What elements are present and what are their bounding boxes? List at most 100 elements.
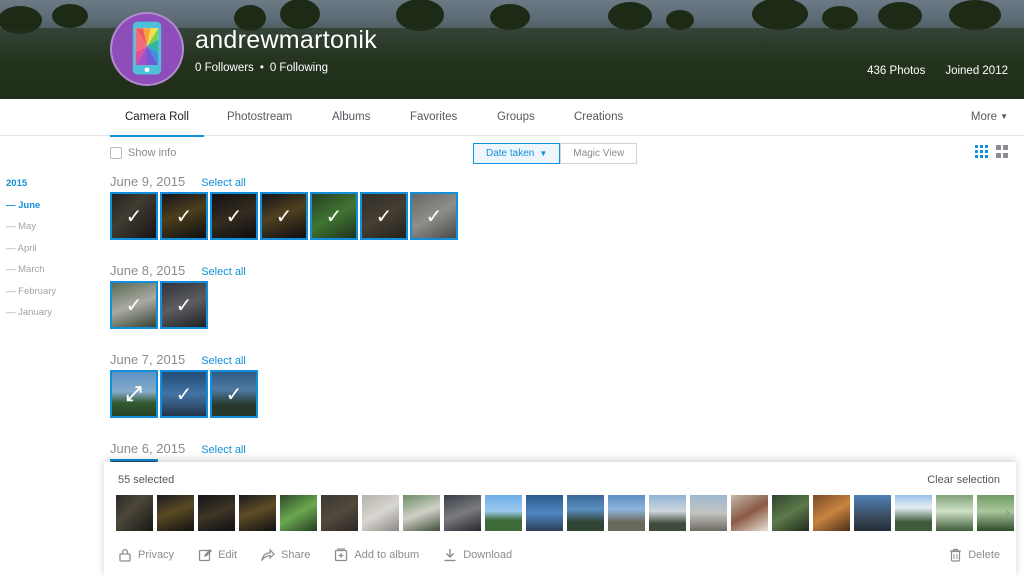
select-all-link[interactable]: Select all [201,444,246,456]
photo-row: ✓ ✓ ✓ ✓ ✓ ✓ ✓ [110,192,460,240]
timeline-month-april[interactable]: — April [6,243,56,264]
more-label: More [970,111,998,123]
clear-selection-button[interactable]: Clear selection [927,474,1000,486]
selected-thumbnail[interactable] [444,495,481,531]
photo-thumbnail[interactable]: ✓ [110,281,158,329]
checkmark-icon: ✓ [162,372,206,416]
more-menu[interactable]: More ▼ [971,99,1008,135]
show-info-checkbox[interactable] [110,147,122,159]
edit-icon [198,549,213,562]
timeline-month-may[interactable]: — May [6,221,56,242]
selected-thumbnail[interactable] [936,495,973,531]
photo-row: ⤢ ✓ ✓ [110,370,260,418]
share-icon [261,548,275,562]
selection-bar: 55 selected Clear selection › Privacy Ed… [104,462,1016,576]
privacy-button[interactable]: Privacy [118,548,174,562]
photo-row: ✓ ✓ [110,281,246,329]
chevron-right-icon[interactable]: › [1005,504,1010,520]
month-dash: — [6,242,16,254]
edit-label: Edit [218,549,238,561]
profile-cover: andrewmartonik 0 Followers • 0 Following 4… [0,0,1024,99]
add-to-album-label: Add to album [354,549,420,561]
large-grid-icon[interactable] [996,145,1008,158]
delete-label: Delete [968,549,1000,561]
avatar[interactable] [110,12,184,86]
small-grid-icon[interactable] [975,145,988,158]
selected-thumbnail[interactable] [526,495,563,531]
add-album-icon [335,548,348,562]
checkmark-icon: ✓ [112,283,156,327]
select-all-link[interactable]: Select all [201,266,246,278]
selected-thumbnail[interactable] [854,495,891,531]
tab-camera-roll[interactable]: Camera Roll [110,99,204,137]
photo-thumbnail[interactable]: ✓ [210,370,258,418]
privacy-label: Privacy [138,549,175,561]
checkmark-icon: ✓ [312,194,356,238]
view-toggle [975,145,1008,158]
selected-thumbnail[interactable] [116,495,153,531]
selected-thumbnail[interactable] [280,495,317,531]
magic-view-button[interactable]: Magic View [560,143,638,164]
photo-thumbnail[interactable]: ✓ [260,192,308,240]
selected-thumbnail[interactable] [608,495,645,531]
photo-thumbnail[interactable]: ✓ [410,192,458,240]
month-dash: — [6,221,16,233]
date-group: June 9, 2015 Select all ✓ ✓ ✓ ✓ ✓ ✓ ✓ [110,174,460,240]
show-info-toggle[interactable]: Show info [110,147,176,159]
selected-thumbnail[interactable] [813,495,850,531]
photo-thumbnail[interactable]: ✓ [160,370,208,418]
selected-thumbnail[interactable] [772,495,809,531]
checkmark-icon: ✓ [412,194,456,238]
selected-thumbnail[interactable] [198,495,235,531]
timeline-month-february[interactable]: — February [6,286,56,307]
selected-thumbnail[interactable] [239,495,276,531]
photo-thumbnail[interactable]: ✓ [160,281,208,329]
photo-thumbnail[interactable]: ⤢ [110,370,158,418]
selected-thumbnail[interactable] [362,495,399,531]
selected-thumbnail[interactable] [649,495,686,531]
photo-thumbnail[interactable]: ✓ [310,192,358,240]
expand-arrows-icon: ⤢ [112,372,156,416]
selected-thumbnail[interactable] [731,495,768,531]
photo-thumbnail[interactable]: ✓ [210,192,258,240]
delete-button[interactable]: Delete [949,548,1000,562]
tab-groups[interactable]: Groups [482,99,550,136]
add-to-album-button[interactable]: Add to album [334,548,419,562]
followers-link[interactable]: 0 Followers [195,62,254,74]
checkmark-icon: ✓ [212,372,256,416]
selected-thumbnail[interactable] [567,495,604,531]
select-all-link[interactable]: Select all [201,355,246,367]
selected-thumbnail[interactable] [321,495,358,531]
timeline-year[interactable]: 2015 [6,178,56,189]
selected-thumbnail[interactable] [403,495,440,531]
month-dash: — [6,264,16,276]
timeline-month-june[interactable]: — June [6,200,56,221]
date-taken-label: Date taken [486,148,535,159]
selected-thumbnail[interactable] [690,495,727,531]
tab-photostream[interactable]: Photostream [212,99,307,136]
selection-actions: Privacy Edit Share Add to album Download [118,548,536,562]
edit-button[interactable]: Edit [198,548,237,562]
timeline-month-january[interactable]: — January [6,307,56,328]
download-label: Download [463,549,513,561]
selected-thumbnail[interactable] [157,495,194,531]
phone-rainbow-icon [132,21,162,75]
select-all-link[interactable]: Select all [201,177,246,189]
download-button[interactable]: Download [443,548,512,562]
share-button[interactable]: Share [261,548,310,562]
photo-thumbnail[interactable]: ✓ [360,192,408,240]
photo-thumbnail[interactable]: ✓ [110,192,158,240]
date-group: June 8, 2015 Select all ✓ ✓ [110,263,246,329]
tab-favorites[interactable]: Favorites [395,99,472,136]
following-link[interactable]: 0 Following [270,62,328,74]
photo-thumbnail[interactable]: ✓ [160,192,208,240]
date-taken-button[interactable]: Date taken ▼ [473,143,561,164]
selected-thumbnail[interactable] [895,495,932,531]
tab-creations[interactable]: Creations [559,99,638,136]
checkmark-icon: ✓ [262,194,306,238]
profile-stats: 436 Photos Joined 2012 [867,65,1008,77]
selected-thumbnail[interactable] [485,495,522,531]
month-label: May [18,221,37,233]
tab-albums[interactable]: Albums [317,99,385,136]
timeline-month-march[interactable]: — March [6,264,56,285]
